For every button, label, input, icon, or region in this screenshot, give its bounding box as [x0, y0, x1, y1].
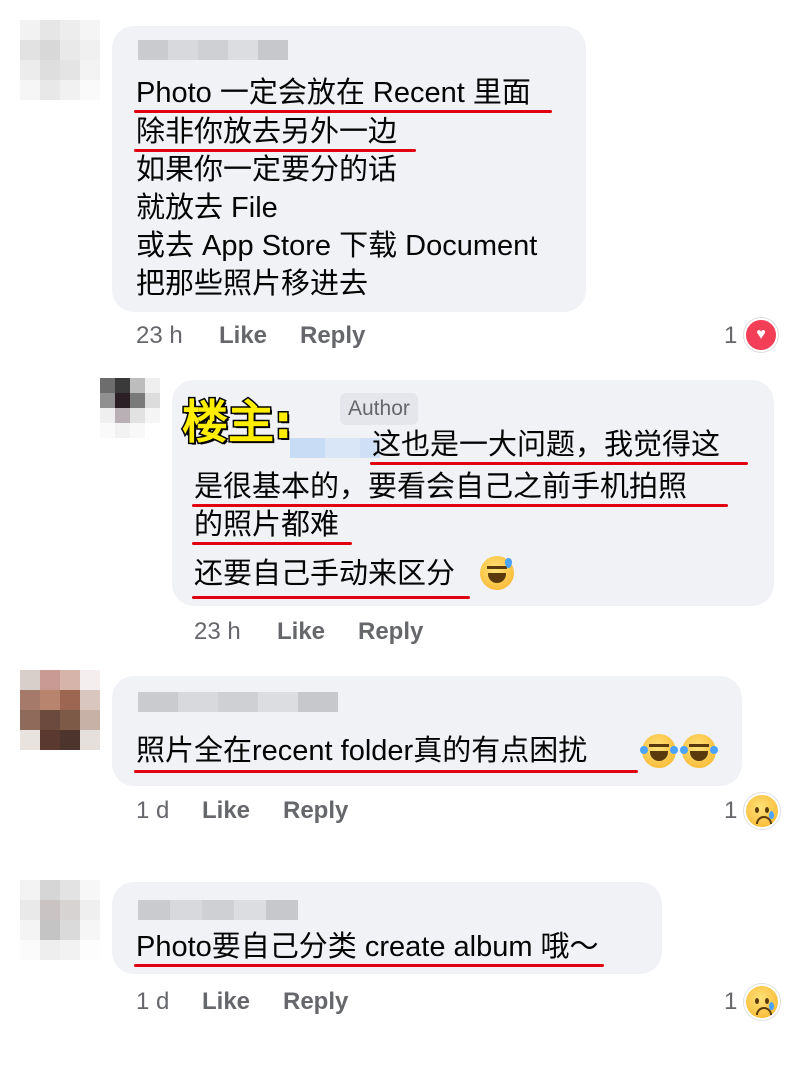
comment-text-line: 这也是一大问题，我觉得这: [372, 429, 721, 461]
comment-timestamp[interactable]: 1 d: [136, 988, 169, 1016]
reaction-count[interactable]: 1: [724, 322, 737, 350]
comment-text-line: 如果你一定要分的话: [136, 154, 398, 186]
op-label-overlay: 楼主:: [180, 394, 293, 451]
highlight-underline: [192, 542, 352, 545]
tears-of-joy-emoji: [680, 734, 718, 768]
like-button[interactable]: Like: [219, 322, 267, 350]
highlight-underline: [192, 596, 470, 599]
comment-text-line: Photo 一定会放在 Recent 里面: [136, 77, 531, 109]
comment-bubble: 照片全在recent folder真的有点困扰: [112, 676, 742, 786]
grinning-sweat-emoji: [480, 556, 514, 590]
reply-button[interactable]: Reply: [283, 988, 348, 1016]
comment-timestamp[interactable]: 23 h: [136, 322, 183, 350]
comment-text-line: 或去 App Store 下载 Document: [136, 230, 538, 262]
commenter-name[interactable]: [138, 40, 288, 60]
comment-text-line: 的照片都难: [194, 509, 340, 541]
avatar[interactable]: [20, 670, 100, 750]
comment-text-line: 就放去 File: [136, 192, 278, 224]
heart-icon[interactable]: ♥: [744, 318, 778, 352]
comment-text-line: 把那些照片移进去: [136, 268, 369, 300]
highlight-underline: [370, 462, 748, 465]
highlight-underline: [134, 964, 604, 967]
comment-text-line: 照片全在recent folder真的有点困扰: [136, 735, 588, 767]
comment-text-line: 是很基本的，要看会自己之前手机拍照: [194, 471, 688, 503]
reply-button[interactable]: Reply: [300, 322, 365, 350]
comment-timestamp[interactable]: 1 d: [136, 797, 169, 825]
comment-text-line: 除非你放去另外一边: [136, 116, 398, 148]
commenter-name[interactable]: [290, 438, 380, 458]
comment-bubble: Photo 一定会放在 Recent 里面 除非你放去另外一边 如果你一定要分的…: [112, 26, 586, 312]
reply-button[interactable]: Reply: [283, 797, 348, 825]
sad-icon[interactable]: [744, 984, 780, 1020]
comment-bubble: Photo要自己分类 create album 哦～: [112, 882, 662, 974]
commenter-name[interactable]: [138, 692, 338, 712]
comment-timestamp[interactable]: 23 h: [194, 618, 241, 646]
author-badge: Author: [340, 393, 418, 425]
reply-button[interactable]: Reply: [358, 618, 423, 646]
comment-text-line: Photo要自己分类 create album 哦～: [136, 931, 599, 963]
avatar[interactable]: [100, 378, 160, 438]
comment-text-line: 还要自己手动来区分: [194, 558, 456, 590]
highlight-underline: [134, 770, 638, 773]
like-button[interactable]: Like: [202, 988, 250, 1016]
commenter-name[interactable]: [138, 900, 298, 920]
avatar[interactable]: [20, 20, 100, 100]
tears-of-joy-emoji: [640, 734, 678, 768]
reaction-count[interactable]: 1: [724, 988, 737, 1016]
like-button[interactable]: Like: [277, 618, 325, 646]
sad-icon[interactable]: [744, 793, 780, 829]
reaction-count[interactable]: 1: [724, 797, 737, 825]
avatar[interactable]: [20, 880, 100, 960]
like-button[interactable]: Like: [202, 797, 250, 825]
